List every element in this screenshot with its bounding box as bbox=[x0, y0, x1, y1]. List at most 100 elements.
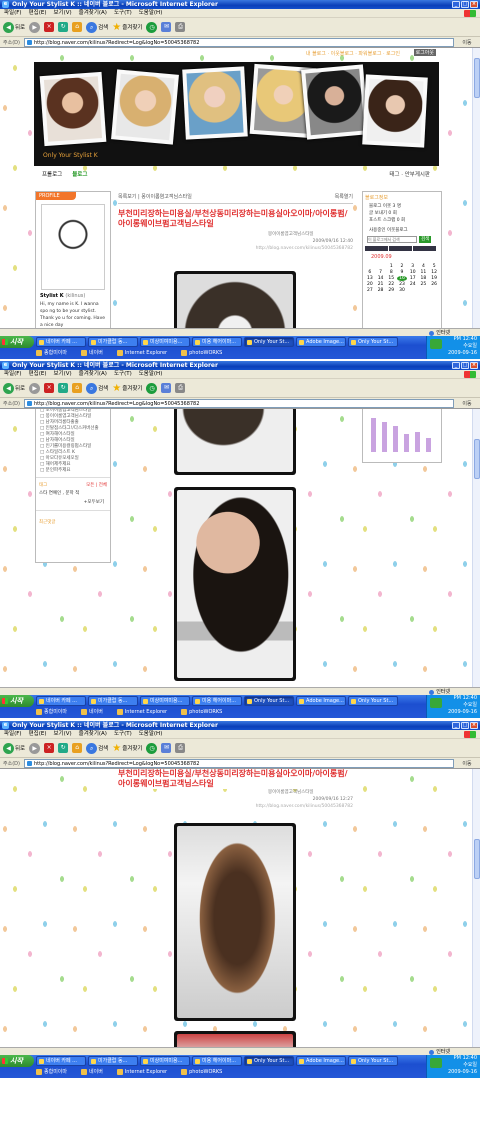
calendar-day[interactable]: 29 bbox=[386, 288, 396, 293]
home-button[interactable]: ⌂ bbox=[72, 743, 83, 753]
task-item[interactable]: 미상미여미용... bbox=[140, 1056, 190, 1066]
favorites-button[interactable]: ★ 즐겨찾기 bbox=[112, 743, 142, 754]
task-item[interactable]: Only Your St... bbox=[348, 337, 398, 347]
quick-item[interactable]: 네이버 bbox=[81, 1067, 103, 1077]
tag-list[interactable]: 스타 연예인 , 문학 적 bbox=[36, 488, 110, 499]
calendar-day[interactable]: 4 bbox=[419, 264, 429, 269]
calendar-day[interactable]: 17 bbox=[408, 276, 418, 281]
history-button[interactable]: ◷ bbox=[146, 742, 158, 754]
mail-button[interactable]: ✉ bbox=[161, 383, 172, 393]
menu-edit[interactable]: 편집(E) bbox=[29, 370, 47, 378]
calendar-day[interactable]: 15 bbox=[386, 276, 396, 281]
post-url[interactable]: http://blog.naver.com/kilinus/5004536878… bbox=[256, 246, 353, 251]
tag-links[interactable]: 모든 | 전체 bbox=[86, 482, 107, 488]
quick-item[interactable]: 네이버 bbox=[81, 348, 103, 358]
favorites-button[interactable]: ★ 즐겨찾기 bbox=[112, 22, 142, 33]
print-button[interactable]: ⎙ bbox=[175, 22, 186, 32]
menu-help[interactable]: 도움말(H) bbox=[139, 370, 163, 378]
scrollbar[interactable] bbox=[472, 769, 480, 1047]
history-button[interactable]: ◷ bbox=[146, 382, 158, 394]
back-button[interactable]: ◀ 뒤로 bbox=[3, 21, 25, 33]
menu-file[interactable]: 파일(F) bbox=[4, 370, 22, 378]
calendar-day[interactable]: 16 bbox=[397, 276, 407, 281]
post-url[interactable]: http://blog.naver.com/kilinus/5004536878… bbox=[256, 804, 353, 809]
tray-app-icon[interactable] bbox=[430, 1058, 442, 1068]
nav-right-links[interactable]: 태그 · 안부게시판 bbox=[389, 170, 430, 178]
menu-edit[interactable]: 편집(E) bbox=[29, 9, 47, 17]
post-category[interactable]: 몽이이롬염고객님스타일 bbox=[268, 789, 314, 795]
calendar-day[interactable]: 9 bbox=[397, 270, 407, 275]
blog-search-input[interactable] bbox=[367, 236, 417, 243]
quick-item[interactable]: photoWORKS bbox=[181, 1067, 222, 1077]
mail-button[interactable]: ✉ bbox=[161, 743, 172, 753]
go-button[interactable]: 이동 bbox=[454, 400, 480, 407]
task-item[interactable]: Adobe Image... bbox=[296, 337, 346, 347]
widget-button-2[interactable] bbox=[389, 246, 412, 251]
favorites-button[interactable]: ★ 즐겨찾기 bbox=[112, 383, 142, 394]
task-item[interactable]: 네이버 카페 ... bbox=[36, 696, 86, 706]
task-item[interactable]: 미가클럽 동... bbox=[88, 696, 138, 706]
menu-file[interactable]: 파일(F) bbox=[4, 9, 22, 17]
refresh-button[interactable]: ↻ bbox=[58, 22, 69, 32]
menu-view[interactable]: 보기(V) bbox=[53, 370, 71, 378]
address-input[interactable]: http://blog.naver.com/kilinus?Redirect=L… bbox=[24, 398, 454, 408]
tag-more-link[interactable]: +모두보기 bbox=[36, 499, 110, 506]
calendar-day[interactable]: 7 bbox=[376, 270, 386, 275]
quick-item[interactable]: Internet Explorer bbox=[116, 1067, 167, 1077]
home-button[interactable]: ⌂ bbox=[72, 383, 83, 393]
start-button[interactable]: 시작 bbox=[0, 1055, 34, 1067]
menu-tools[interactable]: 도구(T) bbox=[114, 370, 132, 378]
go-button[interactable]: 이동 bbox=[454, 39, 480, 46]
calendar-day[interactable]: 24 bbox=[408, 282, 418, 287]
close-icon[interactable]: × bbox=[470, 722, 478, 729]
nav-prologue[interactable]: 프롤로그 bbox=[42, 170, 62, 178]
maximize-icon[interactable]: □ bbox=[461, 362, 469, 369]
calendar-day[interactable]: 25 bbox=[419, 282, 429, 287]
tray-app-icon[interactable] bbox=[430, 698, 442, 708]
calendar-day[interactable]: 26 bbox=[429, 282, 439, 287]
menu-tools[interactable]: 도구(T) bbox=[114, 9, 132, 17]
quick-item[interactable]: 종합미이마 bbox=[36, 707, 67, 717]
task-item[interactable]: 미가클럽 동... bbox=[88, 1056, 138, 1066]
menu-tools[interactable]: 도구(T) bbox=[114, 730, 132, 738]
menu-file[interactable]: 파일(F) bbox=[4, 730, 22, 738]
quick-item[interactable]: Internet Explorer bbox=[116, 707, 167, 717]
calendar-day[interactable]: 8 bbox=[386, 270, 396, 275]
widget-button-1[interactable] bbox=[365, 246, 388, 251]
logout-button[interactable]: 로그아웃 bbox=[413, 49, 436, 56]
scrollbar-thumb[interactable] bbox=[474, 58, 480, 98]
task-item[interactable]: 네이버 카페 ... bbox=[36, 1056, 86, 1066]
calendar-day[interactable]: 23 bbox=[397, 282, 407, 287]
search-button[interactable]: ⌕ 검색 bbox=[86, 382, 108, 394]
calendar-day[interactable]: 14 bbox=[376, 276, 386, 281]
scrollbar-thumb[interactable] bbox=[474, 839, 480, 879]
calendar-day[interactable]: 18 bbox=[419, 276, 429, 281]
widget-button-3[interactable] bbox=[413, 246, 436, 251]
blog-search-button[interactable]: 검색 bbox=[419, 236, 432, 243]
calendar-day[interactable]: 1 bbox=[386, 264, 396, 269]
search-button[interactable]: ⌕ 검색 bbox=[86, 21, 108, 33]
task-item-active[interactable]: Only Your St... bbox=[244, 696, 294, 706]
calendar-day[interactable]: 19 bbox=[429, 276, 439, 281]
menu-help[interactable]: 도움말(H) bbox=[139, 9, 163, 17]
close-icon[interactable]: × bbox=[470, 1, 478, 8]
nav-blog[interactable]: 블로그 bbox=[72, 170, 87, 178]
stop-button[interactable]: × bbox=[44, 22, 55, 32]
minimize-icon[interactable]: _ bbox=[452, 362, 460, 369]
menu-edit[interactable]: 편집(E) bbox=[29, 730, 47, 738]
calendar-day[interactable]: 11 bbox=[419, 270, 429, 275]
quick-item[interactable]: 종합미이마 bbox=[36, 1067, 67, 1077]
scrollbar[interactable] bbox=[472, 409, 480, 687]
home-button[interactable]: ⌂ bbox=[72, 22, 83, 32]
search-button[interactable]: ⌕ 검색 bbox=[86, 742, 108, 754]
address-input[interactable]: http://blog.naver.com/kilinus?Redirect=L… bbox=[24, 37, 454, 47]
quick-item[interactable]: photoWORKS bbox=[181, 348, 222, 358]
history-button[interactable]: ◷ bbox=[146, 21, 158, 33]
task-item[interactable]: 미용 헤어이마... bbox=[192, 337, 242, 347]
minimize-icon[interactable]: _ bbox=[452, 722, 460, 729]
task-item-active[interactable]: Only Your St... bbox=[244, 1056, 294, 1066]
scrollbar[interactable] bbox=[472, 48, 480, 328]
back-button[interactable]: ◀ 뒤로 bbox=[3, 382, 25, 394]
quick-item[interactable]: 네이버 bbox=[81, 707, 103, 717]
post-open-link[interactable]: 목록열기 bbox=[335, 193, 353, 200]
